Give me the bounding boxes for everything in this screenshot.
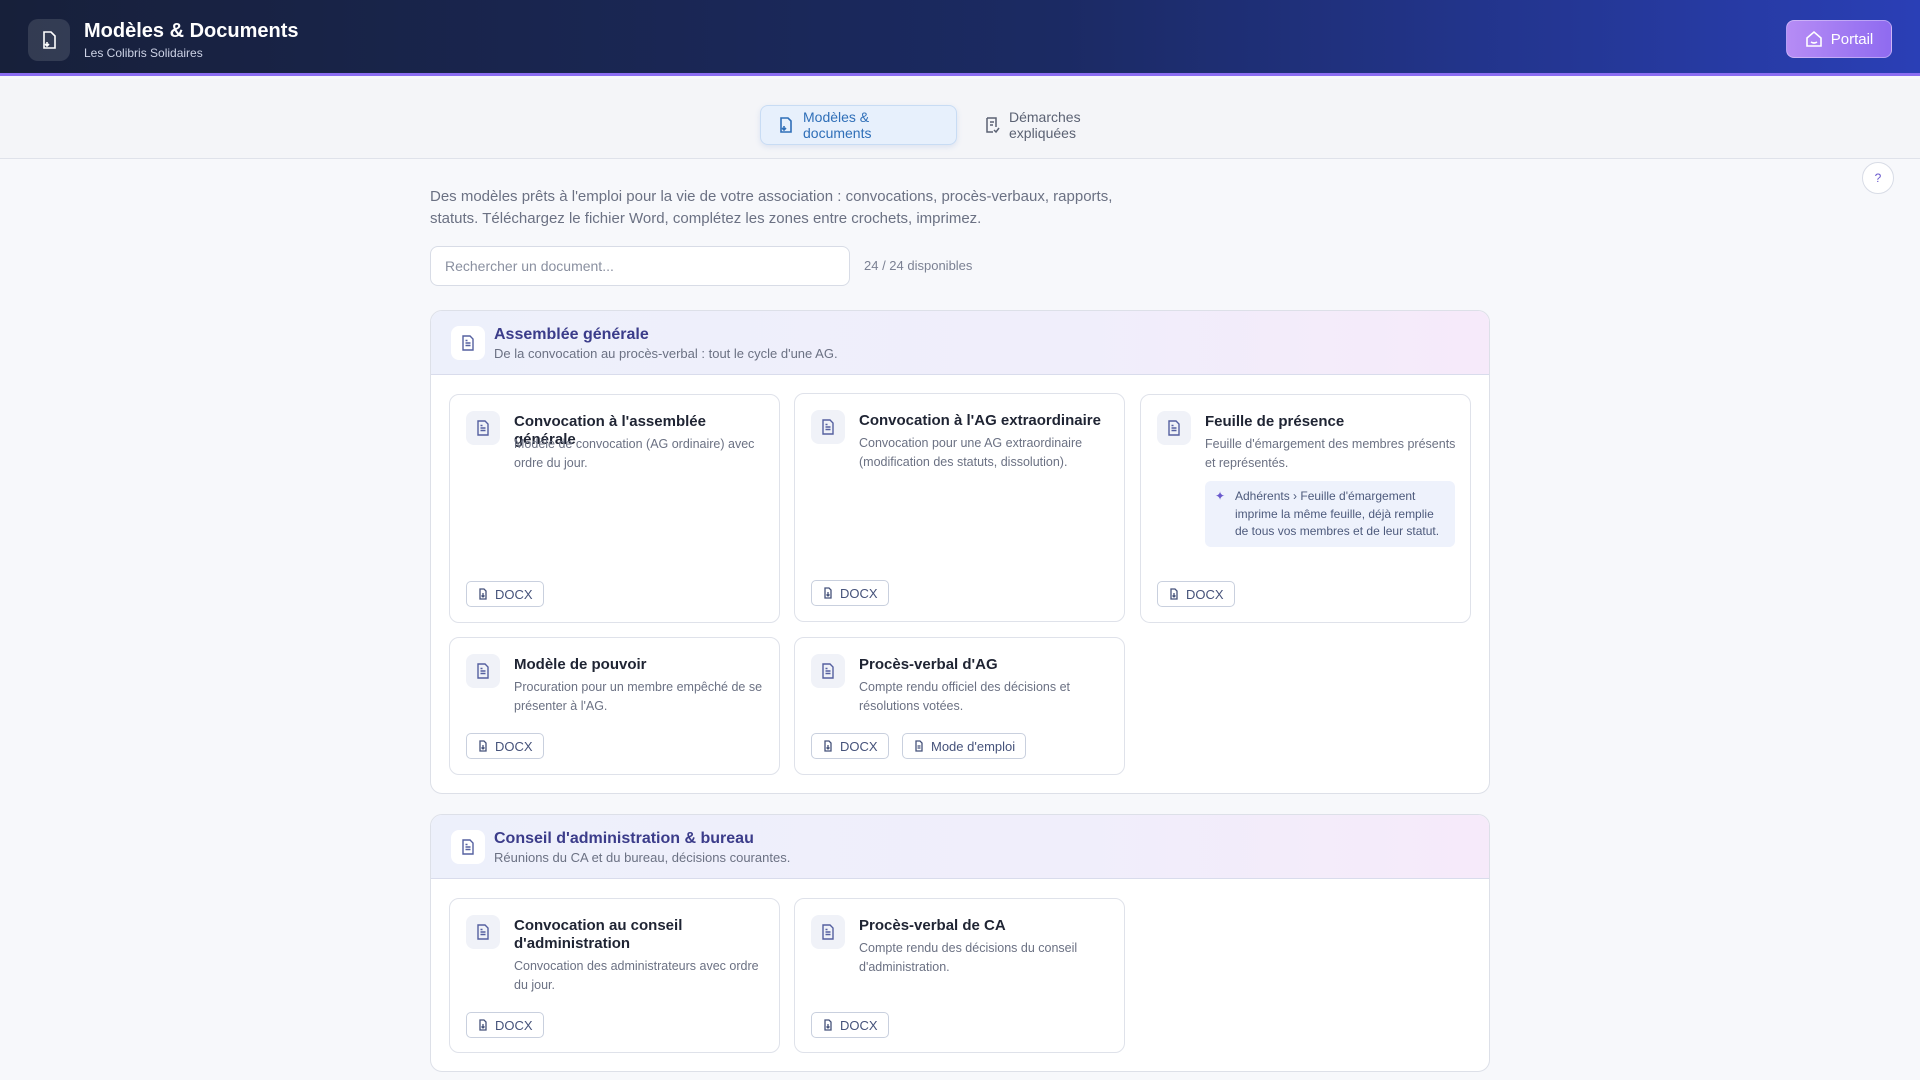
document-card: Modèle de pouvoir Procuration pour un me… — [449, 637, 780, 775]
card-description: Compte rendu des décisions du conseil d'… — [859, 941, 1078, 974]
section-assemblee-generale: Assemblée générale De la convocation au … — [430, 310, 1490, 794]
button-label: DOCX — [840, 585, 878, 601]
section-title: Assemblée générale — [494, 326, 649, 343]
available-count: 24 / 24 disponibles — [864, 258, 973, 273]
checklist-icon — [983, 116, 1001, 134]
button-label: Mode d'emploi — [931, 738, 1016, 754]
card-title: Procès-verbal d'AG — [859, 656, 998, 673]
button-label: DOCX — [495, 1017, 533, 1033]
docx-download-button[interactable]: DOCX — [811, 580, 889, 606]
card-description: Procuration pour un membre empêché de se… — [514, 680, 763, 713]
download-file-icon — [822, 740, 834, 752]
card-title: Modèle de pouvoir — [514, 656, 647, 673]
card-description: Convocation pour une AG extraordinaire (… — [859, 436, 1083, 469]
download-file-icon — [822, 1019, 834, 1031]
document-icon — [1157, 411, 1191, 445]
note-text: Adhérents › Feuille d'émargement imprime… — [1235, 489, 1440, 538]
tab-modeles-documents[interactable]: Modèles & documents — [760, 105, 957, 145]
button-label: DOCX — [840, 1017, 878, 1033]
button-label: DOCX — [1186, 586, 1224, 602]
document-icon — [451, 830, 485, 864]
app-header: Modèles & Documents Les Colibris Solidai… — [0, 0, 1920, 76]
docx-download-button[interactable]: DOCX — [466, 581, 544, 607]
card-title: Convocation au conseil d'administration — [514, 917, 683, 952]
help-button[interactable]: ? — [1862, 162, 1894, 194]
document-app-icon — [28, 19, 70, 61]
integration-note: ✦ Adhérents › Feuille d'émargement impri… — [1205, 481, 1455, 547]
document-icon — [466, 411, 500, 445]
download-file-icon — [477, 1019, 489, 1031]
button-label: DOCX — [840, 738, 878, 754]
docx-download-button[interactable]: DOCX — [466, 1012, 544, 1038]
portal-label: Portail — [1830, 30, 1874, 48]
document-card: Feuille de présence Feuille d'émargement… — [1140, 394, 1471, 623]
tab-bar: Modèles & documents Démarches expliquées — [0, 79, 1920, 159]
portal-button[interactable]: Portail — [1786, 20, 1892, 58]
docx-download-button[interactable]: DOCX — [1157, 581, 1235, 607]
card-description: Modèle de convocation (AG ordinaire) ave… — [514, 437, 755, 470]
user-guide-button[interactable]: Mode d'emploi — [902, 733, 1027, 759]
document-icon — [811, 410, 845, 444]
intro-text: Des modèles prêts à l'emploi pour la vie… — [430, 188, 1113, 227]
download-file-icon — [477, 588, 489, 600]
tab-label: Démarches expliquées — [1009, 109, 1081, 141]
document-icon — [913, 740, 925, 752]
document-card: Convocation au conseil d'administration … — [449, 898, 780, 1053]
tab-demarches-expliquees[interactable]: Démarches expliquées — [967, 105, 1157, 145]
download-file-icon — [1168, 588, 1180, 600]
docx-download-button[interactable]: DOCX — [466, 733, 544, 759]
tab-label: Modèles & documents — [803, 109, 872, 141]
button-label: DOCX — [495, 586, 533, 602]
card-title: Feuille de présence — [1205, 413, 1345, 430]
docx-download-button[interactable]: DOCX — [811, 733, 889, 759]
document-card: Procès-verbal de CA Compte rendu des déc… — [794, 898, 1125, 1053]
document-card: Convocation à l'AG extraordinaire Convoc… — [794, 393, 1125, 622]
card-title: Procès-verbal de CA — [859, 917, 1006, 934]
home-icon — [1805, 30, 1823, 48]
card-description: Feuille d'émargement des membres présent… — [1205, 437, 1456, 470]
section-conseil-administration: Conseil d'administration & bureau Réunio… — [430, 814, 1490, 1072]
download-file-icon — [477, 740, 489, 752]
card-title: Convocation à l'AG extraordinaire — [859, 412, 1101, 429]
document-card: Convocation à l'assemblée générale Modèl… — [449, 394, 780, 623]
document-icon — [466, 915, 500, 949]
section-subtitle: Réunions du CA et du bureau, décisions c… — [494, 850, 791, 865]
card-description: Convocation des administrateurs avec ord… — [514, 959, 759, 992]
section-header: Conseil d'administration & bureau Réunio… — [431, 815, 1489, 879]
section-header: Assemblée générale De la convocation au … — [431, 311, 1489, 375]
document-card: Procès-verbal d'AG Compte rendu officiel… — [794, 637, 1125, 775]
button-label: DOCX — [495, 738, 533, 754]
app-title: Modèles & Documents — [84, 20, 299, 42]
organization-name: Les Colibris Solidaires — [84, 46, 203, 60]
sparkle-icon: ✦ — [1215, 489, 1226, 503]
document-icon — [811, 915, 845, 949]
card-description: Compte rendu officiel des décisions et r… — [859, 680, 1070, 713]
section-subtitle: De la convocation au procès-verbal : tou… — [494, 346, 838, 361]
document-icon — [466, 654, 500, 688]
docx-download-button[interactable]: DOCX — [811, 1012, 889, 1038]
download-file-icon — [822, 587, 834, 599]
document-icon — [451, 326, 485, 360]
section-title: Conseil d'administration & bureau — [494, 830, 754, 847]
document-download-icon — [777, 116, 795, 134]
search-input[interactable] — [430, 246, 850, 286]
document-icon — [811, 654, 845, 688]
